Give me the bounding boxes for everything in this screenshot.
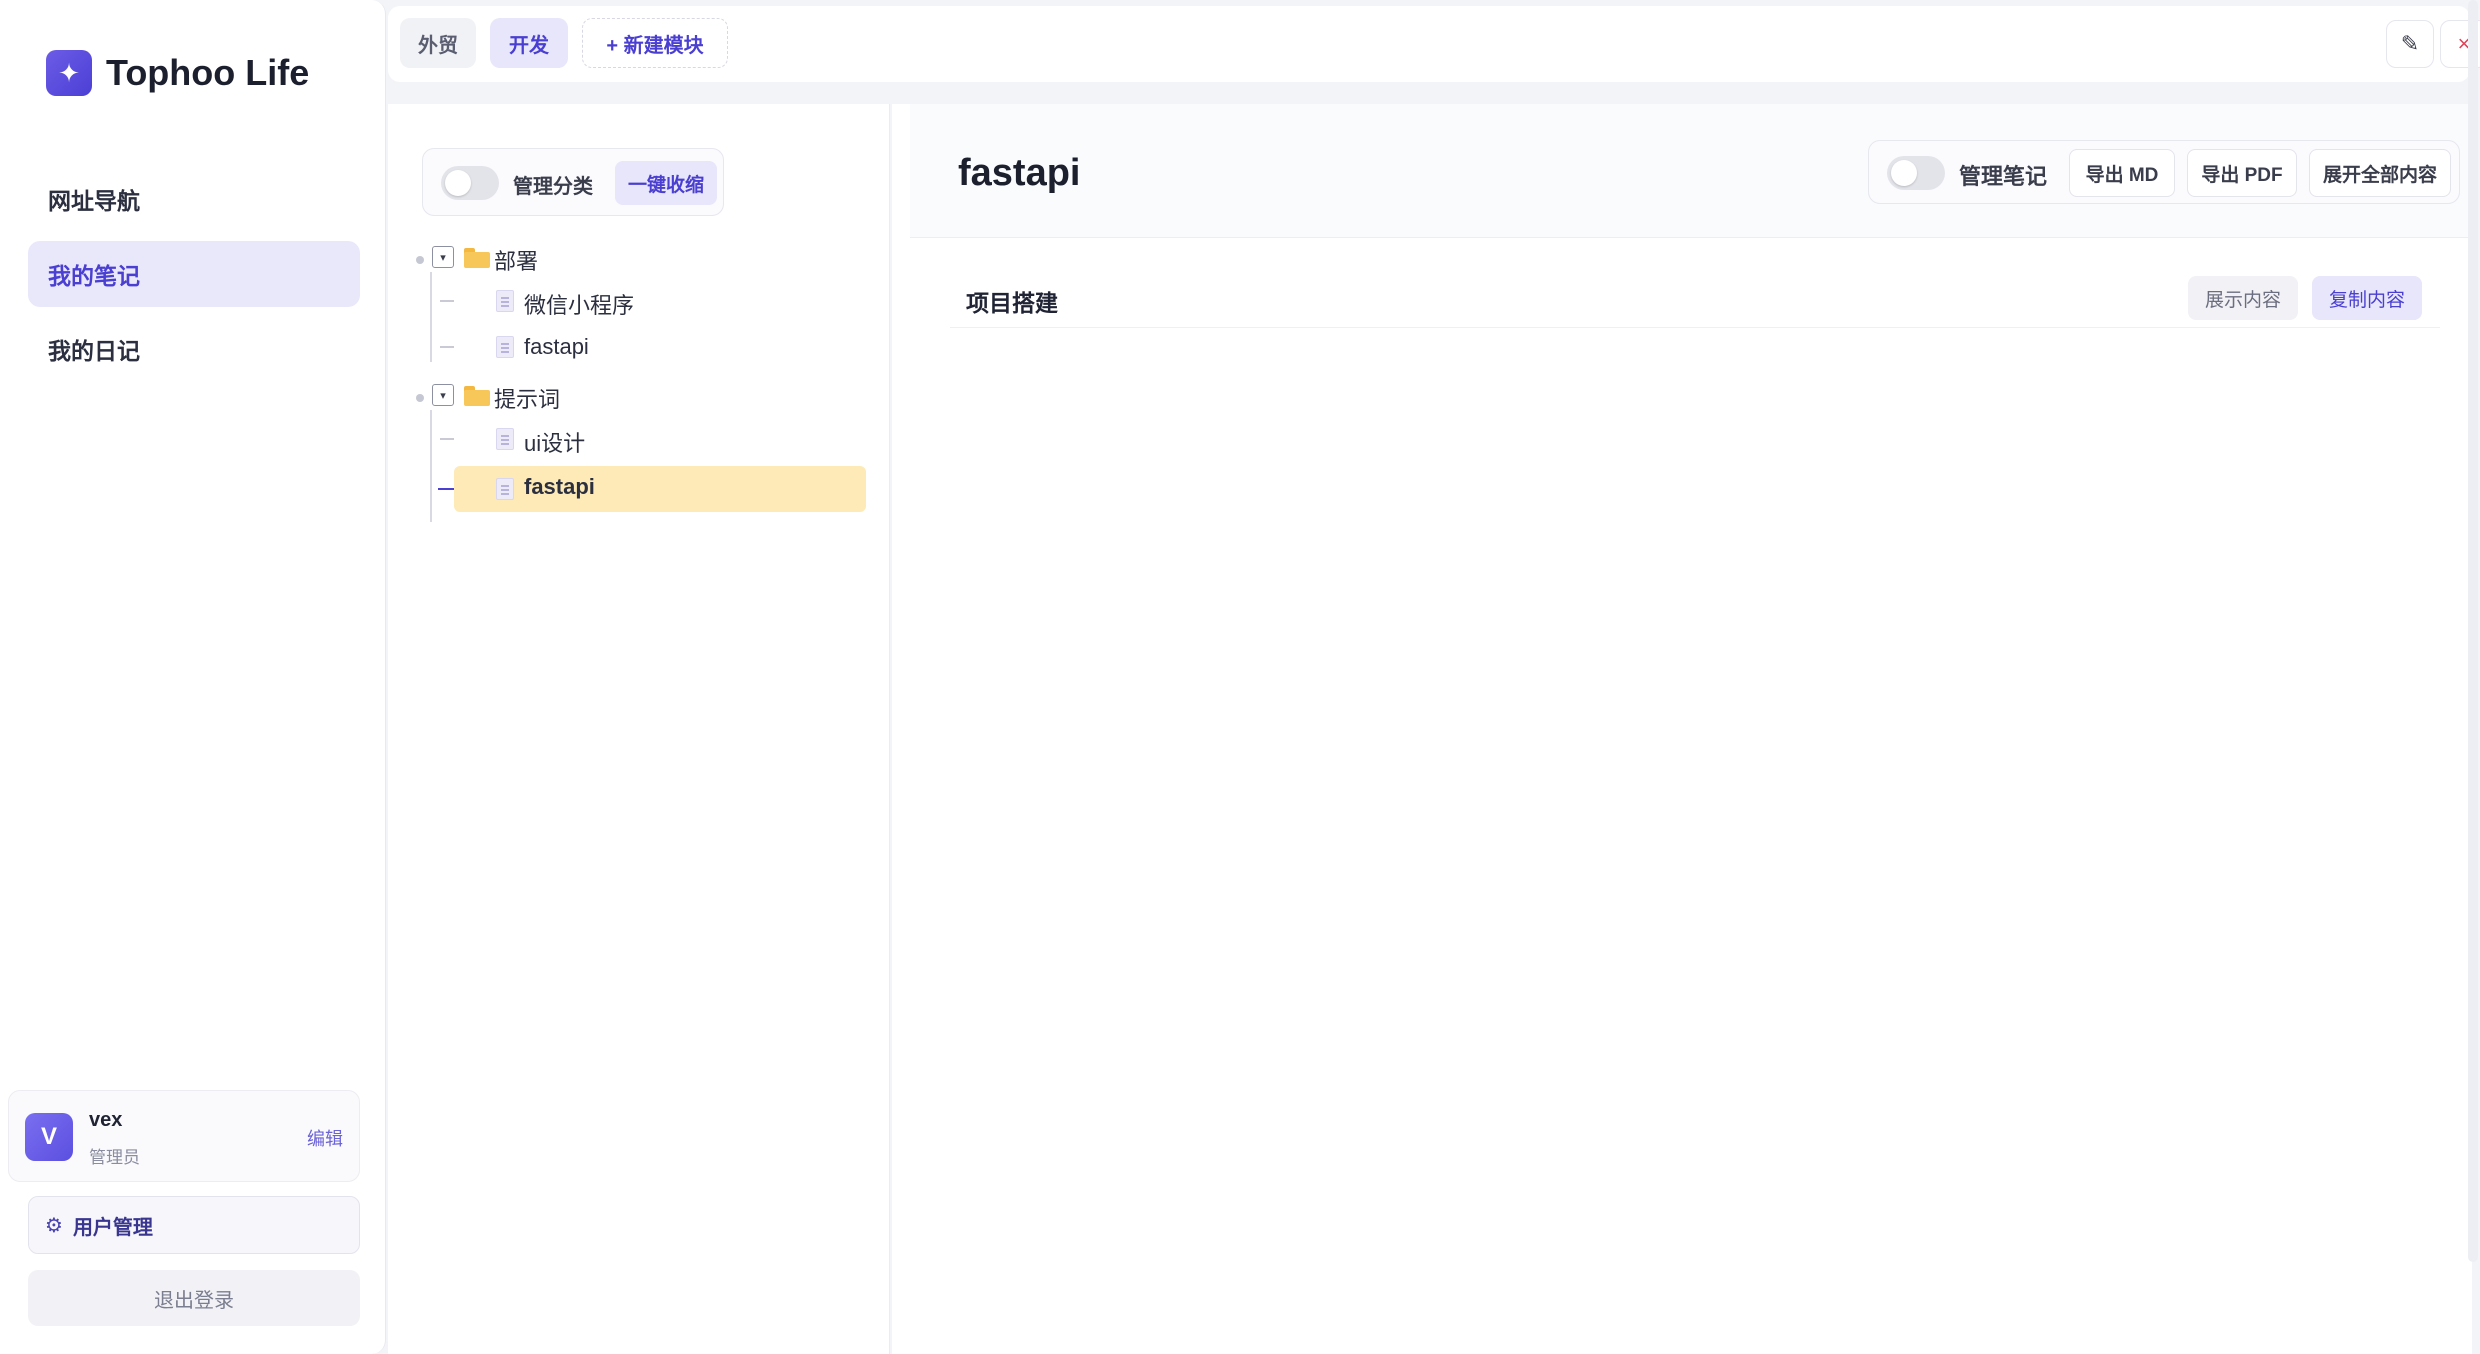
category-tree-panel: 管理分类 一键收缩 ▾ 部署 微信小程序 fastapi ▾ 提示词 ui设计 … (388, 104, 890, 1354)
export-pdf-button[interactable]: 导出 PDF (2187, 149, 2297, 197)
note-section: 项目搭建 展示内容 复制内容 (950, 262, 2440, 328)
show-content-button[interactable]: 展示内容 (2188, 276, 2298, 320)
manage-notes-toggle[interactable] (1887, 156, 1945, 190)
tree-dot (416, 394, 424, 402)
chevron-down-icon[interactable]: ▾ (432, 246, 454, 268)
user-card: V vex 管理员 编辑 (8, 1090, 360, 1182)
tree-note-fastapi-selected[interactable]: fastapi (524, 474, 595, 500)
tree-note-wechat-miniprogram[interactable]: 微信小程序 (524, 288, 634, 320)
tab-module-development[interactable]: 开发 (490, 18, 568, 68)
pencil-icon[interactable]: ✎ (2386, 20, 2434, 68)
note-content-panel: fastapi 管理笔记 导出 MD 导出 PDF 展开全部内容 项目搭建 展示… (892, 104, 2472, 1354)
nav-item-my-notes[interactable]: 我的笔记 (28, 241, 360, 307)
copy-content-button[interactable]: 复制内容 (2312, 276, 2422, 320)
page-scrollbar[interactable] (2468, 0, 2478, 1262)
tree-branch-line-active (438, 488, 454, 490)
tree-toolbar: 管理分类 一键收缩 (422, 148, 724, 216)
brand[interactable]: ✦ Tophoo Life (46, 50, 309, 96)
tree-guide-line (430, 272, 432, 362)
tree-branch-line (440, 438, 454, 440)
document-icon (496, 290, 514, 312)
nav-item-url-navigation[interactable]: 网址导航 (28, 166, 360, 232)
new-module-button[interactable]: + 新建模块 (582, 18, 728, 68)
tree-note-fastapi-deploy[interactable]: fastapi (524, 334, 589, 360)
note-header: fastapi 管理笔记 导出 MD 导出 PDF 展开全部内容 (910, 104, 2472, 238)
folder-icon (464, 386, 490, 406)
selected-node-highlight (454, 466, 866, 512)
manage-categories-label: 管理分类 (513, 176, 593, 198)
gear-icon: ⚙ (45, 1214, 63, 1237)
section-title[interactable]: 项目搭建 (966, 284, 1058, 318)
avatar: V (25, 1113, 73, 1161)
manage-categories-toggle[interactable] (441, 166, 499, 200)
expand-all-button[interactable]: 展开全部内容 (2309, 149, 2451, 197)
folder-icon (464, 248, 490, 268)
user-role: 管理员 (89, 1148, 140, 1167)
tree-guide-line (430, 410, 432, 522)
tree-note-ui-design[interactable]: ui设计 (524, 426, 585, 458)
module-tab-bar: 外贸 开发 + 新建模块 ✎ × (388, 6, 2480, 82)
document-icon (496, 336, 514, 358)
brand-name: Tophoo Life (106, 52, 310, 93)
export-md-button[interactable]: 导出 MD (2069, 149, 2175, 197)
tree-branch-line (440, 346, 454, 348)
user-name: vex (89, 1109, 123, 1131)
tree-branch-line (440, 300, 454, 302)
note-title: fastapi (958, 152, 1081, 194)
logout-button[interactable]: 退出登录 (28, 1270, 360, 1326)
nav-item-my-diary[interactable]: 我的日记 (28, 316, 360, 382)
manage-notes-label: 管理笔记 (1959, 164, 2048, 189)
tab-module-foreign-trade[interactable]: 外贸 (400, 18, 476, 68)
note-actions: 管理笔记 导出 MD 导出 PDF 展开全部内容 (1868, 140, 2460, 204)
edit-profile-link[interactable]: 编辑 (307, 1125, 343, 1151)
document-icon (496, 478, 514, 500)
sidebar: ✦ Tophoo Life 网址导航 我的笔记 我的日记 V vex 管理员 编… (0, 0, 386, 1354)
sparkle-logo-icon: ✦ (46, 50, 92, 96)
tree-folder-deploy[interactable]: 部署 (494, 244, 538, 276)
chevron-down-icon[interactable]: ▾ (432, 384, 454, 406)
main-nav: 网址导航 我的笔记 我的日记 (28, 166, 360, 391)
user-management-label: 用户管理 (72, 1216, 153, 1239)
user-management-button[interactable]: ⚙ 用户管理 (28, 1196, 360, 1254)
tree-folder-prompts[interactable]: 提示词 (494, 382, 560, 414)
collapse-all-button[interactable]: 一键收缩 (615, 161, 717, 205)
tree-dot (416, 256, 424, 264)
document-icon (496, 428, 514, 450)
